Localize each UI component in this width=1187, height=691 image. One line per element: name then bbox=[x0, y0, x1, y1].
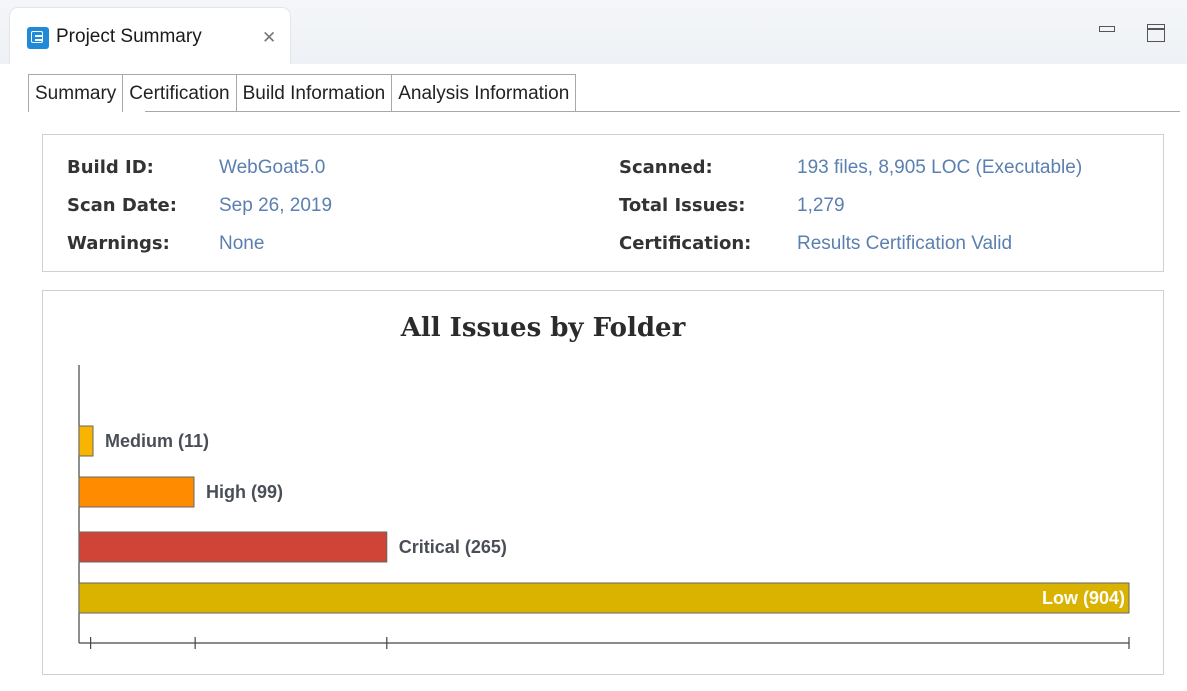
bar-low bbox=[78, 582, 1130, 614]
tab-certification[interactable]: Certification bbox=[123, 74, 237, 112]
tab-analysis-information[interactable]: Analysis Information bbox=[392, 74, 577, 112]
close-icon[interactable]: ✕ bbox=[262, 28, 276, 48]
scan-info-panel: Build ID: WebGoat5.0 Scan Date: Sep 26, … bbox=[42, 134, 1164, 272]
warnings-value: None bbox=[219, 233, 265, 254]
view-content: Summary Certification Build Information … bbox=[0, 64, 1187, 691]
project-summary-icon bbox=[27, 27, 49, 49]
bar-high bbox=[78, 476, 195, 508]
scanned-label: Scanned: bbox=[619, 157, 713, 178]
issues-chart-panel: All Issues by Folder Medium (11) High (99… bbox=[42, 290, 1164, 675]
issues-by-folder-chart: Medium (11) High (99) Critical (265) Low (9… bbox=[78, 365, 1130, 649]
build-id-label: Build ID: bbox=[67, 157, 154, 178]
project-summary-view-tab[interactable]: Project Summary ✕ bbox=[10, 8, 290, 64]
tab-build-information[interactable]: Build Information bbox=[236, 74, 393, 112]
summary-tabs: Summary Certification Build Information … bbox=[28, 74, 577, 112]
certification-value: Results Certification Valid bbox=[797, 233, 1013, 254]
scanned-value: 193 files, 8,905 LOC (Executable) bbox=[797, 157, 1083, 178]
bar-label-high: High (99) bbox=[206, 482, 283, 502]
certification-label: Certification: bbox=[619, 233, 752, 254]
bar-label-low: Low (904) bbox=[1042, 588, 1125, 608]
bar-label-critical: Critical (265) bbox=[399, 537, 507, 557]
minimize-button[interactable] bbox=[1099, 26, 1115, 32]
scan-date-value: Sep 26, 2019 bbox=[219, 195, 333, 216]
build-id-value: WebGoat5.0 bbox=[219, 157, 326, 178]
total-issues-value: 1,279 bbox=[797, 195, 845, 216]
tab-summary[interactable]: Summary bbox=[28, 74, 124, 112]
maximize-button[interactable] bbox=[1147, 24, 1165, 42]
tab-underline bbox=[145, 111, 1180, 112]
warnings-label: Warnings: bbox=[67, 233, 170, 254]
view-tab-bar: Project Summary ✕ bbox=[0, 0, 1187, 64]
total-issues-label: Total Issues: bbox=[619, 195, 746, 216]
bar-label-medium: Medium (11) bbox=[105, 431, 209, 451]
view-title: Project Summary bbox=[56, 26, 202, 47]
bar-critical bbox=[78, 531, 388, 563]
scan-date-label: Scan Date: bbox=[67, 195, 177, 216]
bar-medium bbox=[78, 425, 94, 457]
